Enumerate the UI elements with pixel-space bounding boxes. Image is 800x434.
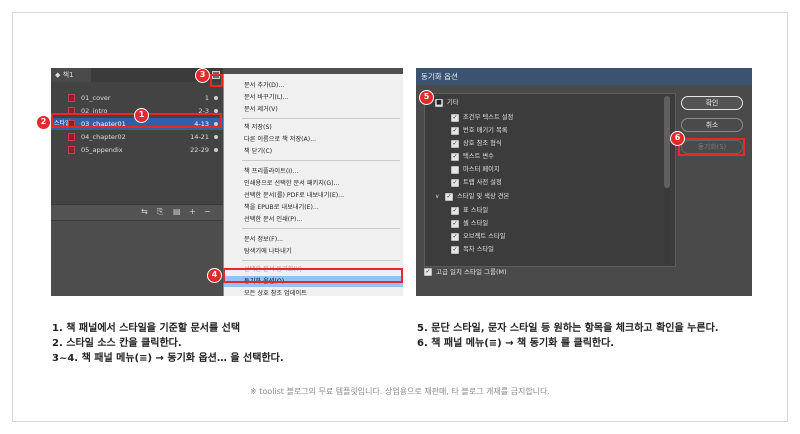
- group-label: 스타일 및 색상 견본: [457, 193, 510, 200]
- option-label: 상호 참조 형식: [463, 140, 502, 147]
- menu-save-book[interactable]: 책 저장(S): [224, 122, 403, 133]
- menu-update-cross-references[interactable]: 모든 상호 참조 업데이트: [224, 288, 403, 296]
- menu-replace-document[interactable]: 문서 바꾸기(L)...: [224, 92, 403, 103]
- menu-document-info[interactable]: 문서 정보(F)...: [224, 234, 403, 245]
- document-name: 04_chapter02: [81, 133, 126, 141]
- scrollbar-thumb[interactable]: [664, 96, 670, 188]
- caption-right-1: 5. 문단 스타일, 문자 스타일 등 원하는 항목을 체크하고 확인을 누른다…: [417, 323, 719, 334]
- checkbox-checked-icon[interactable]: ✓: [451, 153, 459, 161]
- menu-remove-document[interactable]: 문서 제거(V): [224, 104, 403, 115]
- checkbox-checked-icon[interactable]: ✓: [451, 246, 459, 254]
- footer-note: ※ toolist 블로그의 무료 템플릿입니다. 상업용으로 재판매, 타 블…: [250, 387, 550, 396]
- sync-options-dialog: 동기화 옵션 ■ 기타 ✓ 조건부 텍스트 설정 ✓ 번호 매기기 목록 ✓ 상…: [416, 68, 752, 296]
- caption-right-2: 6. 책 패널 메뉴(≡) → 책 동기화 를 클릭한다.: [417, 338, 615, 349]
- menu-export-epub[interactable]: 책을 EPUB로 내보내기(E)...: [224, 202, 403, 213]
- menu-save-book-as[interactable]: 다른 이름으로 책 저장(A)...: [224, 134, 403, 145]
- callout-2: 2: [36, 115, 51, 130]
- book-panel-menu: 문서 추가(D)... 문서 바꾸기(L)... 문서 제거(V) 책 저장(S…: [223, 74, 403, 296]
- document-pages: 1: [204, 94, 209, 102]
- menu-separator: [242, 260, 400, 261]
- document-pages: 14-21: [190, 133, 209, 141]
- cancel-button[interactable]: 취소: [681, 118, 743, 132]
- status-dot-icon: [214, 135, 218, 139]
- partial-checkbox-icon[interactable]: ■: [435, 99, 443, 107]
- checkbox-unchecked-icon[interactable]: [451, 166, 459, 174]
- document-pages: 22-29: [190, 146, 209, 154]
- option-label: 트랩 사전 설정: [463, 179, 502, 186]
- document-name: 01_cover: [81, 94, 111, 102]
- checkbox-checked-icon[interactable]: ✓: [451, 127, 459, 135]
- remove-icon[interactable]: −: [204, 207, 211, 217]
- checkbox-checked-icon[interactable]: ✓: [451, 207, 459, 215]
- caption-left-3: 3~4. 책 패널 메뉴(≡) → 동기화 옵션… 을 선택한다.: [52, 353, 284, 364]
- callout-3: 3: [195, 68, 210, 83]
- menu-export-pdf[interactable]: 선택한 문서(를) PDF로 내보내기(E)...: [224, 190, 403, 201]
- option-label: 텍스트 변수: [463, 153, 494, 160]
- status-dot-icon: [214, 148, 218, 152]
- scrollbar[interactable]: [664, 96, 670, 264]
- checkbox-checked-icon[interactable]: ✓: [451, 179, 459, 187]
- document-name: 05_appendix: [81, 146, 123, 154]
- document-row[interactable]: 01_cover 1: [51, 92, 223, 104]
- document-list: 01_cover 1 02_intro 2-3 스타일 03_chapter01…: [51, 82, 223, 217]
- checkbox-checked-icon[interactable]: ✓: [424, 268, 432, 276]
- group-label: 기타: [447, 99, 459, 106]
- checkbox-checked-icon[interactable]: ✓: [451, 233, 459, 241]
- menu-separator: [242, 228, 400, 229]
- menu-close-book[interactable]: 책 닫기(C): [224, 146, 403, 157]
- menu-separator: [242, 160, 400, 161]
- ok-button[interactable]: 확인: [681, 96, 743, 110]
- options-tree: ■ 기타 ✓ 조건부 텍스트 설정 ✓ 번호 매기기 목록 ✓ 상호 참조 형식…: [424, 93, 676, 267]
- checkbox-checked-icon[interactable]: ✓: [451, 220, 459, 228]
- book-panel: ◆ 책1 01_cover 1 02_intro 2-3 스타일 03_chap…: [51, 68, 223, 296]
- menu-separator: [242, 118, 400, 119]
- print-icon[interactable]: ▤: [173, 207, 181, 217]
- document-icon: [68, 146, 75, 154]
- menu-reveal-in-explorer[interactable]: 탐색기에 나타내기: [224, 246, 403, 257]
- book-tab-label: 책1: [62, 71, 74, 79]
- status-dot-icon: [214, 96, 218, 100]
- book-tab[interactable]: ◆ 책1: [51, 68, 91, 82]
- menu-package-documents[interactable]: 인쇄용으로 선택한 문서 패키지(G)...: [224, 178, 403, 189]
- option-label: 표 스타일: [463, 207, 489, 214]
- document-row[interactable]: 04_chapter02 14-21: [51, 131, 223, 143]
- checkbox-checked-icon[interactable]: ✓: [451, 140, 459, 148]
- option-label: 목차 스타일: [463, 246, 494, 253]
- menu-print-documents[interactable]: 선택한 문서 인쇄(P)...: [224, 214, 403, 225]
- option-label: 셀 스타일: [463, 220, 489, 227]
- checkbox-checked-icon[interactable]: ✓: [451, 114, 459, 122]
- callout-1: 1: [134, 108, 149, 123]
- highlight-sync-options: [223, 268, 403, 283]
- document-row[interactable]: 05_appendix 22-29: [51, 144, 223, 156]
- callout-6: 6: [670, 131, 685, 146]
- callout-4: 4: [207, 268, 222, 283]
- panel-empty-area: [51, 220, 223, 296]
- highlight-synchronize-button: [678, 138, 745, 156]
- link-icon[interactable]: ⎘: [157, 207, 163, 217]
- book-panel-footer: ⇆ ⎘ ▤ + −: [51, 204, 223, 220]
- document-icon: [68, 133, 75, 141]
- option-label: 고급 일치 스타일 그룹(M): [436, 268, 507, 276]
- dialog-title: 동기화 옵션: [416, 68, 752, 85]
- sync-icon[interactable]: ⇆: [141, 207, 148, 217]
- option-label: 번호 매기기 목록: [463, 127, 508, 134]
- option-label: 마스터 페이지: [463, 166, 500, 173]
- menu-preflight-book[interactable]: 책 프리플라이트(I)...: [224, 166, 403, 177]
- caption-left-1: 1. 책 패널에서 스타일을 기준할 문서를 선택: [52, 323, 241, 334]
- add-icon[interactable]: +: [189, 207, 196, 217]
- chevron-down-icon[interactable]: ∨: [435, 191, 439, 203]
- checkbox-checked-icon[interactable]: ✓: [445, 193, 453, 201]
- book-panel-screenshot: ◆ 책1 01_cover 1 02_intro 2-3 스타일 03_chap…: [51, 68, 403, 296]
- option-label: 오브젝트 스타일: [463, 233, 506, 240]
- caption-left-2: 2. 스타일 소스 칸을 클릭한다.: [52, 338, 182, 349]
- document-icon: [68, 94, 75, 102]
- highlight-panel-menu: [210, 74, 223, 87]
- option-label: 조건부 텍스트 설정: [463, 114, 514, 121]
- callout-5: 5: [419, 90, 434, 105]
- menu-add-document[interactable]: 문서 추가(D)...: [224, 80, 403, 91]
